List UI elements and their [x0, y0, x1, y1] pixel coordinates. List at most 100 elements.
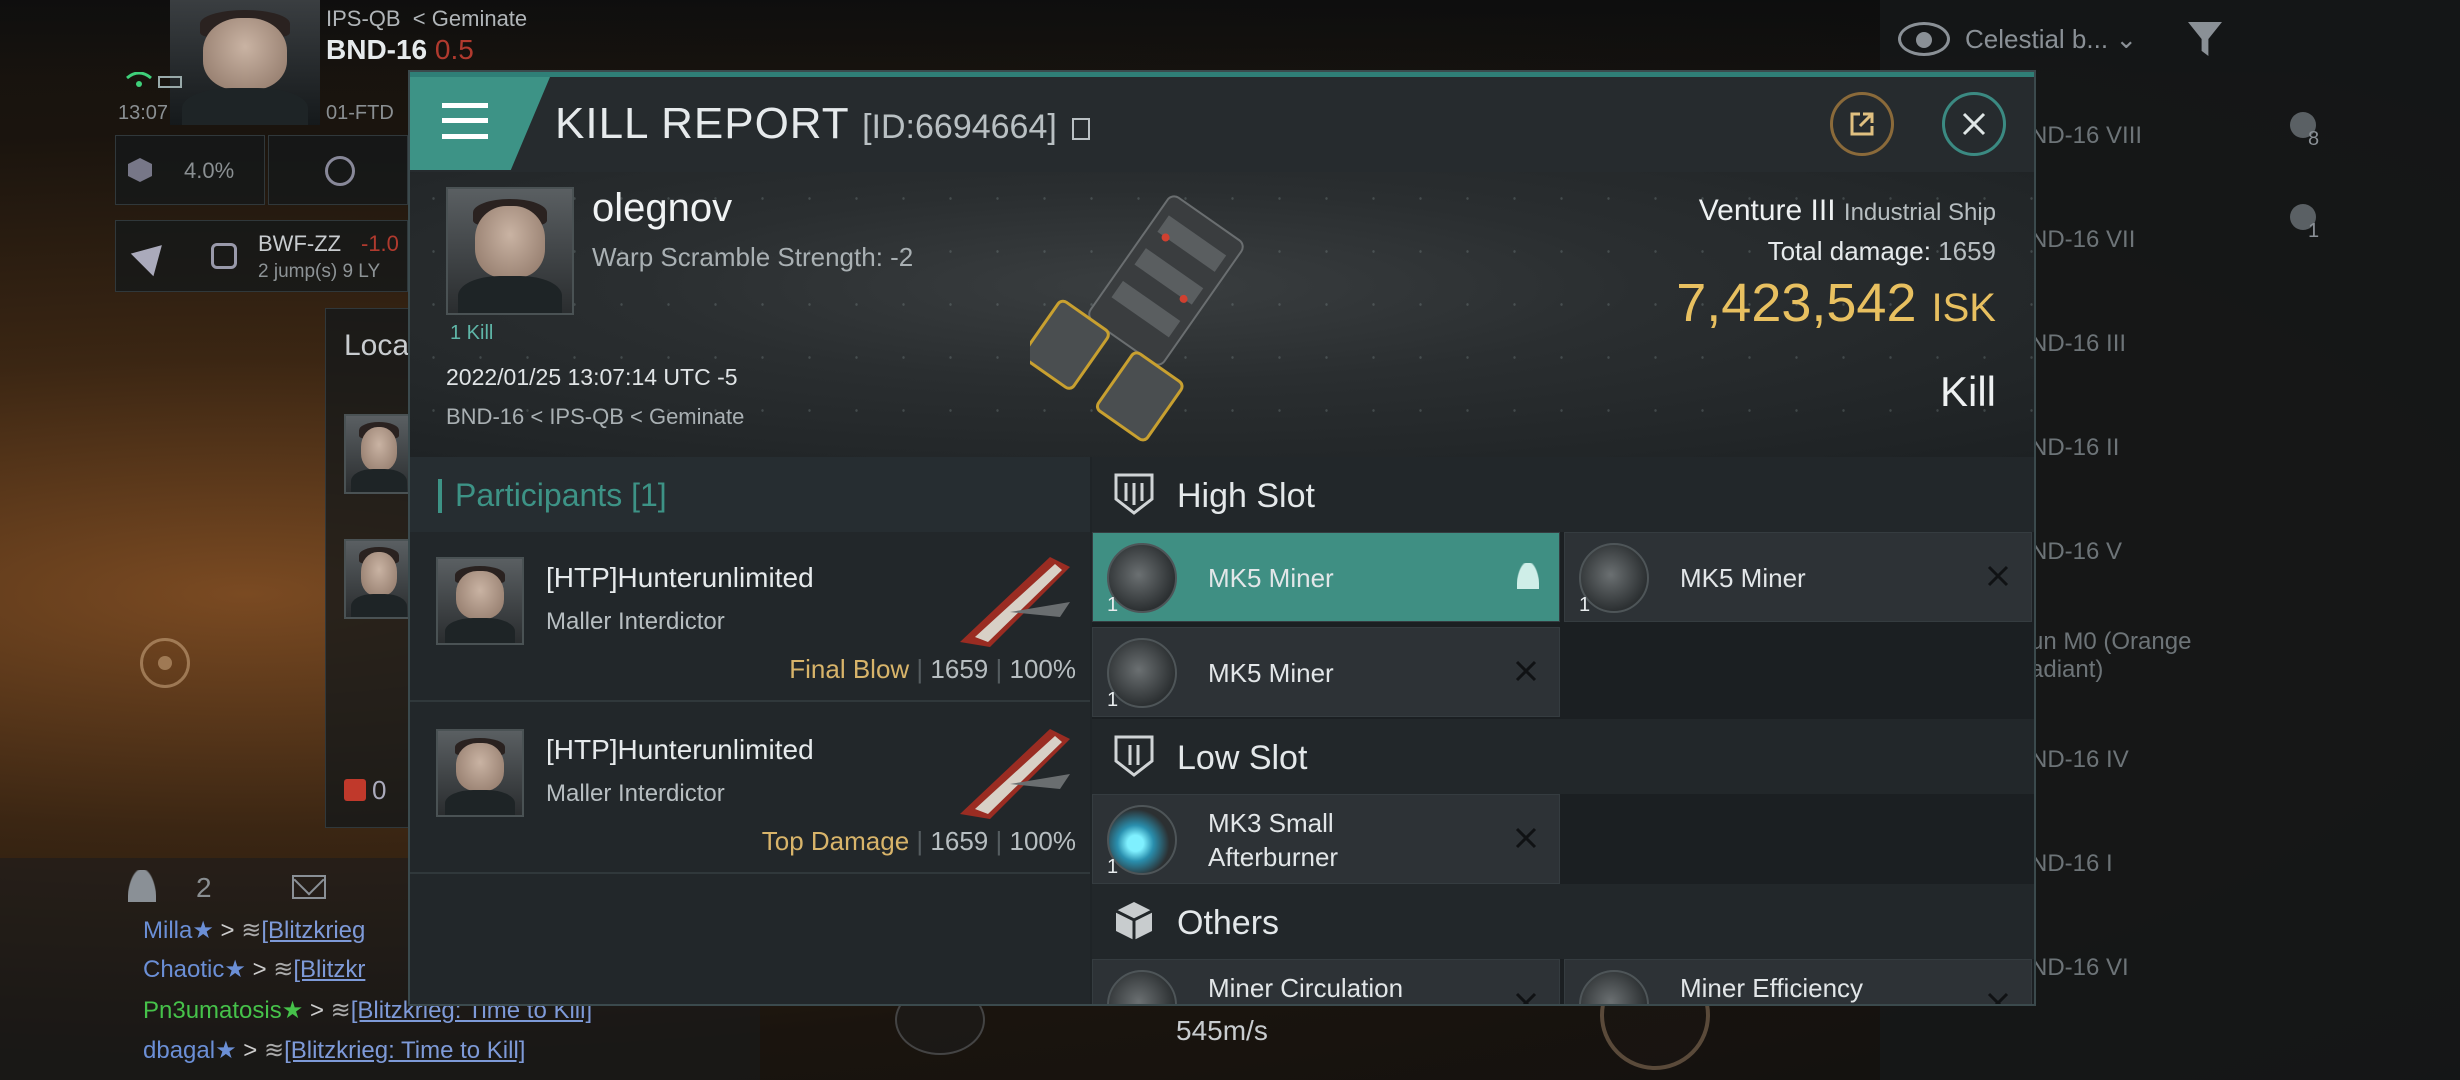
kill-count: 1 Kill — [450, 322, 494, 344]
close-button[interactable] — [1942, 92, 2006, 156]
menu-button[interactable] — [410, 77, 550, 170]
kill-location: BND-16 < IPS-QB < Geminate — [446, 404, 745, 429]
skills-button[interactable] — [268, 135, 408, 205]
share-button[interactable] — [1830, 92, 1894, 156]
rig-icon — [1107, 970, 1177, 1004]
wifi-icon — [125, 72, 153, 88]
destroyed-icon — [1513, 990, 1539, 1004]
title-bar: KILL REPORT [ID:6694664] — [410, 77, 2034, 172]
destroyed-icon — [1985, 990, 2011, 1004]
fitting-panel: High Slot 1 MK5 Miner 1 MK5 Miner 1 MK5 … — [1092, 457, 2034, 1004]
close-icon — [1958, 108, 1990, 140]
isk-value: 7,423,542 ISK — [1676, 273, 1996, 333]
participant-name: [HTP]Hunterunlimited — [546, 734, 814, 765]
low-slot-icon — [1112, 733, 1156, 784]
cargo-bar[interactable]: 4.0% — [115, 135, 265, 205]
pilot-icon — [1517, 563, 1539, 589]
overview-item[interactable]: ND-16 VI — [2030, 954, 2129, 982]
cargo-percent: 4.0% — [184, 158, 235, 183]
pilot-portrait[interactable] — [170, 0, 320, 125]
overview-item[interactable]: ND-16 II — [2030, 434, 2119, 462]
overview-item[interactable]: ND-16 VIII — [2030, 122, 2142, 150]
total-damage: Total damage: 1659 — [1767, 236, 1996, 266]
ship-render — [1030, 182, 1270, 442]
participant-portrait[interactable] — [436, 729, 524, 817]
cargo-icon — [128, 158, 152, 182]
jump-count: 2 jump(s) 9 LY — [258, 261, 381, 282]
high-slot-item[interactable]: 1 MK5 Miner — [1092, 627, 1560, 717]
chat-line[interactable]: Milla★ > ≋[Blitzkrieg — [143, 916, 365, 945]
target-reticle-icon[interactable] — [140, 638, 190, 688]
participant-row[interactable]: [HTP]Hunterunlimited Maller Interdictor … — [410, 532, 1090, 702]
local-pilot-portrait[interactable] — [344, 414, 414, 494]
speed-readout: 545m/s — [1176, 1015, 1268, 1046]
menu-icon — [442, 103, 488, 139]
chat-line[interactable]: dbagal★ > ≋[Blitzkrieg: Time to Kill] — [143, 1036, 525, 1065]
chat-line[interactable]: Chaotic★ > ≋[Blitzkr — [143, 955, 365, 984]
clock: 13:07 — [118, 102, 169, 124]
location-line: IPS-QB < Geminate — [326, 6, 528, 31]
participants-header: Participants [1] — [410, 457, 1090, 532]
modal-title: KILL REPORT [ID:6694664] — [555, 99, 1091, 149]
destroyed-icon — [1513, 658, 1539, 689]
corp-ticker: 01-FTD — [326, 102, 394, 124]
overview-item[interactable]: un M0 (Orange — [2030, 628, 2191, 656]
chevron-down-icon: ⌄ — [2115, 24, 2138, 54]
rig-icon — [1579, 970, 1649, 1004]
high-slot-header: High Slot — [1092, 457, 2034, 532]
overview-count: 1 — [2308, 220, 2320, 242]
participant-portrait[interactable] — [436, 557, 524, 645]
participant-stats: Top Damage | 1659 | 100% — [761, 826, 1076, 856]
local-pilot-portrait[interactable] — [344, 539, 414, 619]
others-header: Others — [1092, 884, 2034, 959]
people-count: 2 — [196, 872, 212, 903]
participant-stats: Final Blow | 1659 | 100% — [789, 654, 1076, 684]
battery-icon — [158, 76, 182, 88]
victim-name[interactable]: olegnov — [592, 186, 732, 231]
high-slot-icon — [1112, 471, 1156, 522]
overview-count: 8 — [2308, 128, 2320, 150]
overview-item[interactable]: ND-16 VII — [2030, 226, 2135, 254]
participant-ship: Maller Interdictor — [546, 780, 725, 807]
other-item[interactable]: Miner Efficiency — [1564, 959, 2032, 1004]
participant-ship-image — [950, 714, 1080, 824]
destination-security: -1.0 — [361, 231, 399, 256]
mail-icon[interactable] — [292, 864, 326, 899]
cargo-box-icon — [1112, 898, 1156, 949]
participant-ship-image — [950, 542, 1080, 652]
low-slot-item[interactable]: 1 MK3 Small Afterburner — [1092, 794, 1560, 884]
victim-portrait[interactable] — [446, 187, 574, 315]
high-slot-item[interactable]: 1 MK5 Miner — [1092, 532, 1560, 622]
people-icon[interactable] — [128, 870, 156, 902]
participant-name: [HTP]Hunterunlimited — [546, 562, 814, 593]
external-link-icon — [1846, 108, 1878, 140]
overview-item[interactable]: ND-16 I — [2030, 850, 2113, 878]
participant-ship: Maller Interdictor — [546, 608, 725, 635]
other-item[interactable]: Miner Circulation — [1092, 959, 1560, 1004]
system-name[interactable]: BND-16 0.5 — [326, 34, 474, 66]
minus-badge — [344, 779, 366, 801]
kill-datetime: 2022/01/25 13:07:14 UTC -5 — [446, 364, 738, 390]
destroyed-icon — [1985, 563, 2011, 594]
overview-item[interactable]: ND-16 V — [2030, 538, 2122, 566]
local-label: Loca — [344, 329, 410, 362]
low-slot-header: Low Slot — [1092, 719, 2034, 794]
destroyed-icon — [1513, 825, 1539, 856]
overview-eye-icon[interactable] — [1898, 22, 1950, 56]
warp-scramble-strength: Warp Scramble Strength: -2 — [592, 242, 914, 272]
local-chat-panel[interactable]: Loca 0 — [325, 308, 415, 828]
report-id: [ID:6694664] — [862, 108, 1057, 146]
copy-icon[interactable] — [1072, 118, 1091, 140]
overview-item[interactable]: ND-16 III — [2030, 330, 2126, 358]
kill-report-modal: KILL REPORT [ID:6694664] olegnov Warp Sc… — [408, 70, 2036, 1006]
skills-icon — [325, 156, 355, 186]
overview-item[interactable]: ND-16 IV — [2030, 746, 2129, 774]
ship-type[interactable]: Venture III Industrial Ship — [1699, 194, 1996, 228]
overview-filter-select[interactable]: Celestial b... ⌄ — [1965, 24, 2137, 55]
destination-panel[interactable]: BWF-ZZ -1.0 2 jump(s) 9 LY — [115, 220, 408, 292]
overview-item[interactable]: adiant) — [2030, 656, 2103, 684]
navigation-arrow-icon — [130, 233, 174, 277]
high-slot-item[interactable]: 1 MK5 Miner — [1564, 532, 2032, 622]
participant-row[interactable]: [HTP]Hunterunlimited Maller Interdictor … — [410, 704, 1090, 874]
autopilot-icon — [211, 243, 237, 269]
